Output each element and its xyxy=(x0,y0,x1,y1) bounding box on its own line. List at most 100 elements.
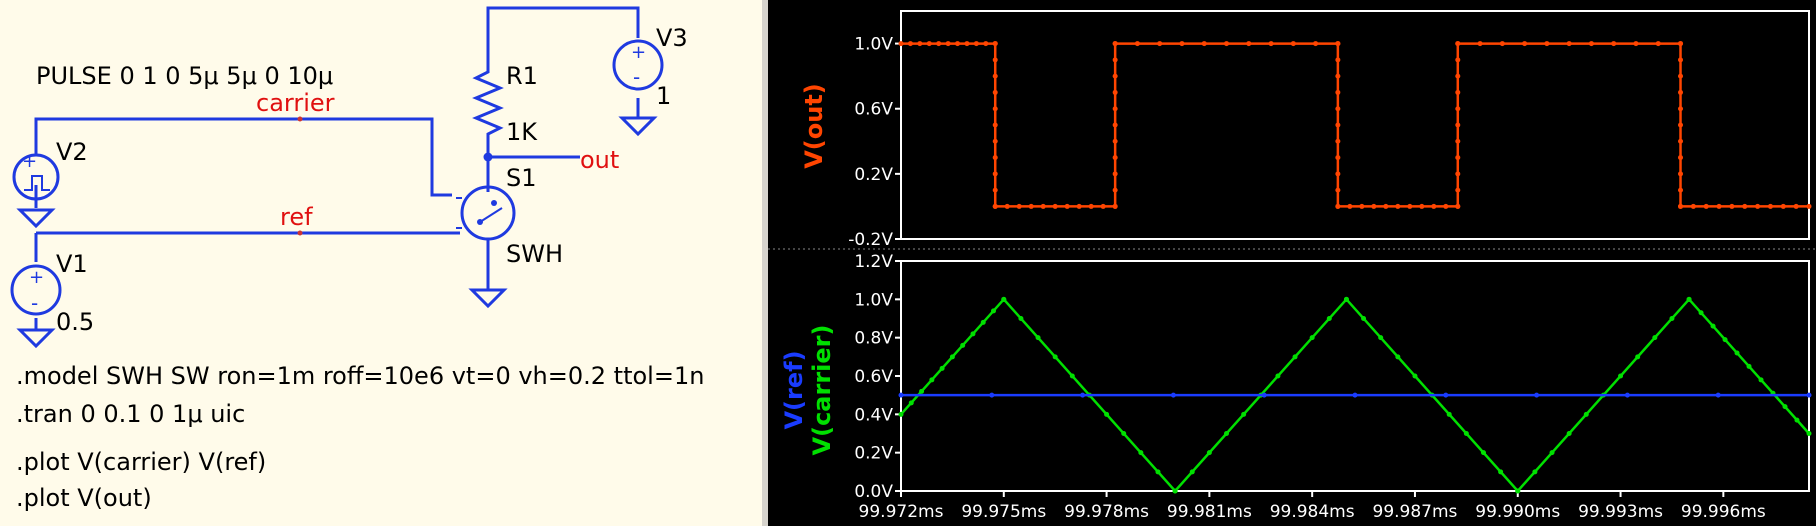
top-y-axis: 1.0V 0.6V 0.2V -0.2V xyxy=(848,35,901,250)
trace-sample-point xyxy=(1463,431,1469,436)
trace-sample-point xyxy=(1678,57,1684,63)
trace-sample-point xyxy=(1313,41,1319,47)
svg-text:+: + xyxy=(22,151,37,172)
trace-sample-point xyxy=(1455,73,1461,79)
trace-sample-point xyxy=(992,122,998,128)
s1-model-label[interactable]: SWH xyxy=(506,240,563,268)
trace-sample-point xyxy=(960,342,966,348)
s1-switch[interactable] xyxy=(456,185,516,241)
trace-sample-point xyxy=(1309,335,1315,341)
trace-v-out[interactable] xyxy=(901,42,1809,208)
trace-sample-point xyxy=(1335,122,1341,128)
trace-sample-point xyxy=(1206,450,1212,456)
pulse-spec-label[interactable]: PULSE 0 1 0 5μ 5μ 0 10μ xyxy=(36,62,333,90)
wire-carrier[interactable] xyxy=(34,117,452,197)
trace-sample-point xyxy=(1378,335,1384,341)
trace-sample-point xyxy=(992,171,998,177)
schematic-canvas[interactable]: + + - + - PULSE 0 1 0 5μ 5μ 0 10μ carrie… xyxy=(0,0,762,526)
trace-sample-point xyxy=(1678,187,1684,193)
trace-sample-point xyxy=(908,400,914,406)
trace-sample-point xyxy=(1335,73,1341,79)
trace-sample-point xyxy=(1767,203,1773,209)
net-label-out[interactable]: out xyxy=(580,146,619,174)
trace-sample-point xyxy=(1343,296,1349,302)
top-plot-traces xyxy=(898,41,1812,209)
trace-sample-point xyxy=(1246,41,1252,47)
r1-name-label[interactable]: R1 xyxy=(506,62,538,90)
v1-value-label[interactable]: 0.5 xyxy=(56,308,94,336)
trace-sample-point xyxy=(991,308,997,314)
trace-sample-point xyxy=(1100,203,1106,209)
trace-sample-point xyxy=(983,41,989,47)
trace-sample-point xyxy=(955,41,961,47)
net-label-ref[interactable]: ref xyxy=(280,203,313,231)
trace-sample-point xyxy=(1758,377,1764,383)
trace-sample-point xyxy=(1112,122,1118,128)
trace-sample-point xyxy=(1443,203,1449,209)
trace-label-vout[interactable]: V(out) xyxy=(800,83,828,169)
trace-sample-point xyxy=(1335,106,1341,112)
trace-sample-point xyxy=(1635,354,1641,360)
directive-tran[interactable]: .tran 0 0.1 0 1μ uic xyxy=(16,400,245,428)
trace-sample-point xyxy=(1001,296,1007,302)
trace-sample-point xyxy=(1455,89,1461,95)
x-tick-label: 99.996ms xyxy=(1681,502,1766,522)
trace-sample-point xyxy=(1698,310,1704,316)
r1-value-label[interactable]: 1K xyxy=(506,118,538,146)
v1-name-label[interactable]: V1 xyxy=(56,250,88,278)
trace-sample-point xyxy=(1035,335,1041,341)
ground-icon xyxy=(16,208,56,229)
trace-sample-point xyxy=(1224,431,1230,436)
trace-sample-point xyxy=(1018,316,1024,321)
trace-label-vcarrier[interactable]: V(carrier) xyxy=(808,325,836,456)
trace-sample-point xyxy=(1170,392,1176,398)
trace-sample-point xyxy=(989,392,995,398)
trace-sample-point xyxy=(1455,155,1461,161)
y-tick-label: 1.0V xyxy=(854,35,893,55)
trace-sample-point xyxy=(1455,138,1461,144)
trace-sample-point xyxy=(1806,392,1812,398)
trace-sample-point xyxy=(1112,73,1118,79)
trace-sample-point xyxy=(1052,354,1058,360)
trace-sample-point xyxy=(1431,203,1437,209)
v1-source[interactable]: + - xyxy=(10,264,62,316)
v2-name-label[interactable]: V2 xyxy=(56,138,88,166)
net-label-carrier[interactable]: carrier xyxy=(256,89,335,117)
v3-value-label[interactable]: 1 xyxy=(656,82,671,110)
svg-text:-: - xyxy=(31,291,38,315)
v3-name-label[interactable]: V3 xyxy=(656,24,688,52)
trace-sample-point xyxy=(939,365,945,371)
directive-plot-carrier-ref[interactable]: .plot V(carrier) V(ref) xyxy=(16,448,266,476)
trace-sample-point xyxy=(1793,203,1799,209)
trace-sample-point xyxy=(992,155,998,161)
trace-sample-point xyxy=(992,203,998,209)
y-tick-label: 0.4V xyxy=(854,405,893,425)
trace-sample-point xyxy=(1189,469,1195,475)
s1-name-label[interactable]: S1 xyxy=(506,164,537,192)
trace-sample-point xyxy=(1224,41,1230,47)
trace-sample-point xyxy=(1112,57,1118,63)
trace-sample-point xyxy=(898,41,904,47)
trace-sample-point xyxy=(1040,203,1046,209)
waveform-canvas[interactable]: 1.0V 0.6V 0.2V -0.2V 1.2V 1.0V 0.8V 0.6V 0.4V 0.… xyxy=(768,0,1816,526)
y-tick-label: 0.2V xyxy=(854,165,893,185)
trace-sample-point xyxy=(1052,203,1058,209)
trace-sample-point xyxy=(1352,392,1358,398)
schematic-editor[interactable]: + + - + - PULSE 0 1 0 5μ 5μ 0 10μ carrie… xyxy=(0,0,762,526)
waveform-viewer[interactable]: 1.0V 0.6V 0.2V -0.2V 1.2V 1.0V 0.8V 0.6V 0.4V 0.… xyxy=(768,0,1816,526)
directive-plot-out[interactable]: .plot V(out) xyxy=(16,484,152,512)
v3-source[interactable]: + - xyxy=(612,39,664,91)
trace-sample-point xyxy=(992,187,998,193)
trace-label-vref[interactable]: V(ref) xyxy=(780,350,808,429)
directive-model[interactable]: .model SWH SW ron=1m roff=10e6 vt=0 vh=0… xyxy=(16,362,704,390)
trace-sample-point xyxy=(1347,203,1353,209)
trace-sample-point xyxy=(1806,203,1812,209)
trace-sample-point xyxy=(992,57,998,63)
junction-dot xyxy=(483,152,493,162)
r1-resistor[interactable] xyxy=(472,62,504,142)
svg-text:+: + xyxy=(631,42,646,63)
trace-sample-point xyxy=(1383,203,1389,209)
trace-sample-point xyxy=(992,138,998,144)
trace-sample-point xyxy=(1395,203,1401,209)
trace-sample-point xyxy=(1455,187,1461,193)
